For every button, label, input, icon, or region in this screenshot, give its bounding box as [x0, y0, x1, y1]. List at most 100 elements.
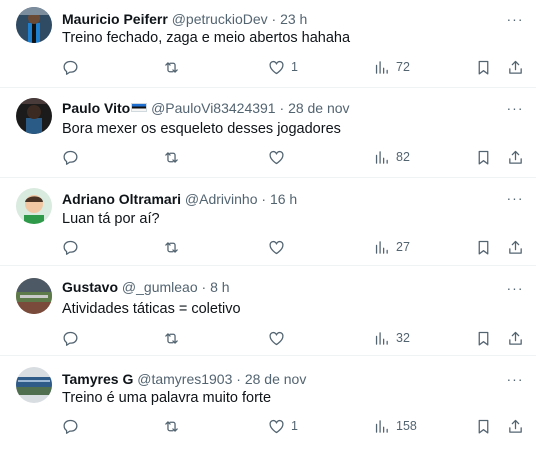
retweet-button[interactable]: [163, 147, 186, 167]
avatar[interactable]: [16, 188, 52, 224]
tweet-text: Bora mexer os esqueleto desses jogadores: [62, 121, 341, 137]
tweet[interactable]: Adriano Oltramari @Adrivinho · 16 h ··· …: [0, 178, 536, 266]
bookmark-icon: [478, 150, 489, 165]
tweet-header: Gustavo @_gumleao · 8 h: [62, 278, 230, 296]
bookmark-icon: [478, 60, 489, 75]
share-icon: [509, 60, 522, 74]
author-handle[interactable]: @_gumleao: [122, 279, 198, 295]
views-icon: [375, 419, 388, 433]
timestamp[interactable]: 16 h: [270, 191, 297, 207]
like-button[interactable]: 1: [268, 416, 298, 436]
share-button[interactable]: [507, 328, 524, 348]
tweet[interactable]: Paulo Vito @PauloVi83424391 · 28 de nov …: [0, 88, 536, 178]
timestamp[interactable]: 28 de nov: [245, 371, 307, 387]
avatar[interactable]: [16, 98, 52, 134]
reply-button[interactable]: [62, 416, 85, 436]
share-button[interactable]: [507, 416, 524, 436]
tweet-header: Mauricio Peiferr @petruckioDev · 23 h: [62, 10, 307, 28]
retweet-icon: [165, 241, 178, 253]
retweet-icon: [165, 420, 178, 432]
separator: ·: [236, 371, 241, 387]
tweet-text: Luan tá por aí?: [62, 211, 160, 227]
heart-icon: [269, 150, 284, 164]
heart-icon: [269, 60, 284, 74]
views-icon: [375, 331, 388, 345]
reply-icon: [63, 150, 78, 165]
flag-icon: [131, 103, 148, 112]
avatar[interactable]: [16, 278, 52, 314]
author-name[interactable]: Paulo Vito: [62, 100, 130, 116]
share-icon: [509, 240, 522, 254]
author-name[interactable]: Mauricio Peiferr: [62, 11, 168, 27]
separator: ·: [201, 279, 207, 295]
tweet[interactable]: Gustavo @_gumleao · 8 h ··· Atividades t…: [0, 266, 536, 356]
share-icon: [509, 331, 522, 345]
more-options-icon[interactable]: ···: [504, 12, 526, 30]
retweet-button[interactable]: [163, 57, 186, 77]
bookmark-button[interactable]: [475, 57, 492, 77]
bookmark-button[interactable]: [475, 147, 492, 167]
like-button[interactable]: [268, 328, 291, 348]
like-button[interactable]: [268, 237, 291, 257]
retweet-button[interactable]: [163, 237, 186, 257]
like-button[interactable]: 1: [268, 57, 298, 77]
bookmark-icon: [478, 331, 489, 346]
tweet[interactable]: Mauricio Peiferr @petruckioDev · 23 h ··…: [0, 0, 536, 88]
reply-button[interactable]: [62, 237, 85, 257]
views-button[interactable]: 32: [373, 328, 410, 348]
reply-icon: [63, 331, 78, 346]
more-options-icon[interactable]: ···: [504, 281, 526, 299]
author-name[interactable]: Gustavo: [62, 279, 118, 295]
share-button[interactable]: [507, 147, 524, 167]
timestamp[interactable]: 23 h: [280, 11, 307, 27]
reply-icon: [63, 419, 78, 434]
share-icon: [509, 150, 522, 164]
author-handle[interactable]: @PauloVi83424391: [151, 100, 276, 116]
reply-icon: [63, 240, 78, 255]
retweet-button[interactable]: [163, 328, 186, 348]
tweet-text: Atividades táticas = coletivo: [62, 301, 241, 317]
tweet[interactable]: Tamyres G @tamyres1903 · 28 de nov ··· T…: [0, 356, 536, 454]
tweet-header: Adriano Oltramari @Adrivinho · 16 h: [62, 190, 297, 208]
author-handle[interactable]: @tamyres1903: [137, 371, 232, 387]
more-options-icon[interactable]: ···: [504, 372, 526, 390]
reply-button[interactable]: [62, 328, 85, 348]
views-icon: [375, 240, 388, 254]
bookmark-button[interactable]: [475, 328, 492, 348]
author-handle[interactable]: @petruckioDev: [172, 11, 268, 27]
like-count: 1: [291, 60, 298, 74]
avatar[interactable]: [16, 367, 52, 403]
retweet-button[interactable]: [163, 416, 186, 436]
views-button[interactable]: 72: [373, 57, 410, 77]
timestamp[interactable]: 8 h: [210, 279, 229, 295]
share-icon: [509, 419, 522, 433]
views-icon: [375, 150, 388, 164]
views-button[interactable]: 82: [373, 147, 410, 167]
author-handle[interactable]: @Adrivinho: [185, 191, 258, 207]
heart-icon: [269, 240, 284, 254]
tweet-actions: 1 72: [0, 57, 536, 77]
tweet-actions: 1 158: [0, 416, 536, 436]
views-button[interactable]: 27: [373, 237, 410, 257]
reply-button[interactable]: [62, 147, 85, 167]
views-icon: [375, 60, 388, 74]
share-button[interactable]: [507, 57, 524, 77]
views-button[interactable]: 158: [373, 416, 417, 436]
tweet-actions: 82: [0, 147, 536, 167]
bookmark-button[interactable]: [475, 237, 492, 257]
reply-button[interactable]: [62, 57, 85, 77]
share-button[interactable]: [507, 237, 524, 257]
tweet-text: Treino fechado, zaga e meio abertos haha…: [62, 30, 351, 46]
more-options-icon[interactable]: ···: [504, 191, 526, 209]
views-count: 158: [396, 419, 417, 433]
views-count: 27: [396, 240, 410, 254]
views-count: 32: [396, 331, 410, 345]
author-name[interactable]: Tamyres G: [62, 371, 133, 387]
tweet-header: Paulo Vito @PauloVi83424391 · 28 de nov: [62, 99, 350, 117]
author-name[interactable]: Adriano Oltramari: [62, 191, 181, 207]
like-button[interactable]: [268, 147, 291, 167]
more-options-icon[interactable]: ···: [504, 101, 526, 119]
avatar[interactable]: [16, 7, 52, 43]
timestamp[interactable]: 28 de nov: [288, 100, 350, 116]
bookmark-button[interactable]: [475, 416, 492, 436]
